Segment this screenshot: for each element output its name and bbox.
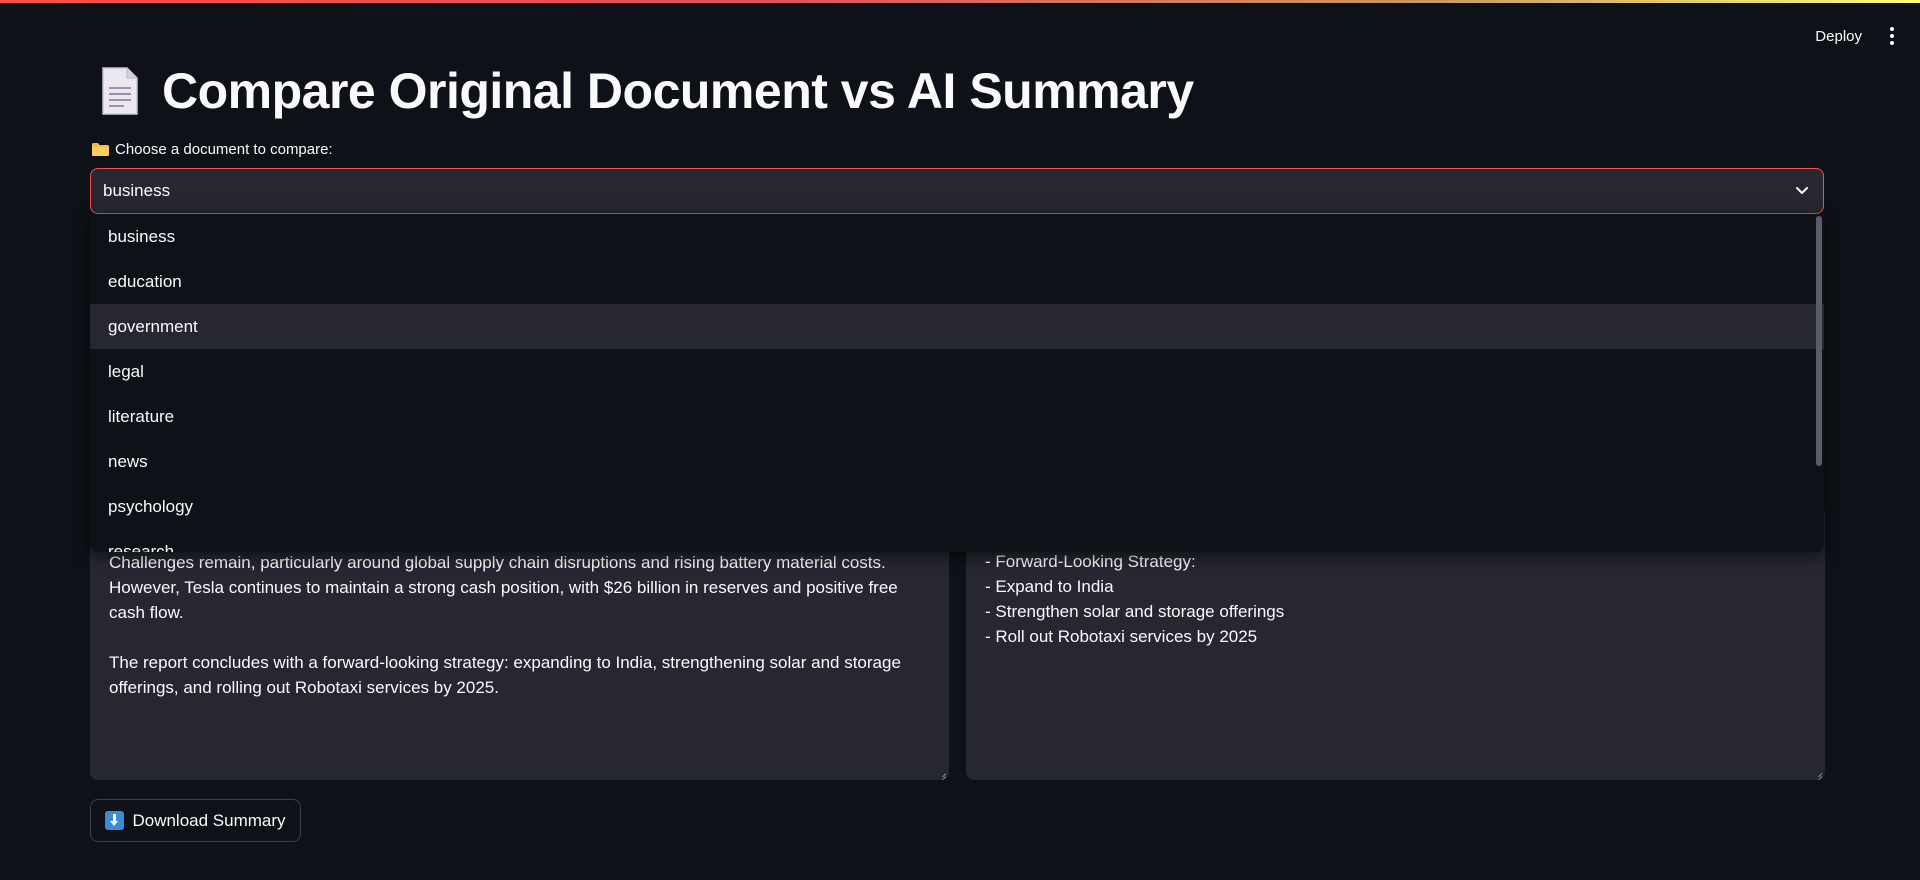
down-arrow-icon <box>105 811 125 830</box>
page-header: Compare Original Document vs AI Summary <box>100 62 1194 120</box>
summary-line: - Forward-Looking Strategy: <box>985 552 1196 571</box>
original-paragraph: Challenges remain, particularly around g… <box>109 553 903 622</box>
kebab-menu-icon[interactable] <box>1880 24 1904 48</box>
summary-line: - Roll out Robotaxi services by 2025 <box>985 627 1258 646</box>
select-label-text: Choose a document to compare: <box>115 141 333 158</box>
select-label: Choose a document to compare: <box>92 141 333 158</box>
original-paragraph: The report concludes with a forward-look… <box>109 653 906 697</box>
resize-handle-icon[interactable] <box>1814 769 1822 777</box>
summary-line: - Expand to India <box>985 577 1114 596</box>
app-header: Deploy <box>1803 20 1920 52</box>
chevron-down-icon <box>1795 184 1809 198</box>
dropdown-option-government[interactable]: government <box>90 304 1824 349</box>
page-title: Compare Original Document vs AI Summary <box>162 63 1194 119</box>
resize-handle-icon[interactable] <box>938 769 946 777</box>
dropdown-option-news[interactable]: news <box>90 439 1824 484</box>
download-button-label: Download Summary <box>132 810 286 830</box>
dropdown-scrollbar[interactable] <box>1816 216 1822 466</box>
dropdown-option-literature[interactable]: literature <box>90 394 1824 439</box>
dropdown-option-education[interactable]: education <box>90 259 1824 304</box>
download-summary-button[interactable]: Download Summary <box>90 799 301 842</box>
select-current-value: business <box>103 181 171 200</box>
folder-icon <box>92 143 109 156</box>
top-decoration-stripe <box>0 0 1920 9</box>
dropdown-option-legal[interactable]: legal <box>90 349 1824 394</box>
document-select-dropdown: business education government legal lite… <box>90 214 1824 552</box>
dropdown-option-research[interactable]: research <box>90 529 1824 553</box>
dropdown-option-business[interactable]: business <box>90 214 1824 259</box>
page-facing-up-icon <box>100 66 140 116</box>
deploy-button[interactable]: Deploy <box>1803 22 1874 51</box>
dropdown-option-psychology[interactable]: psychology <box>90 484 1824 529</box>
summary-line: - Strengthen solar and storage offerings <box>985 602 1285 621</box>
document-select[interactable]: business <box>90 168 1824 214</box>
